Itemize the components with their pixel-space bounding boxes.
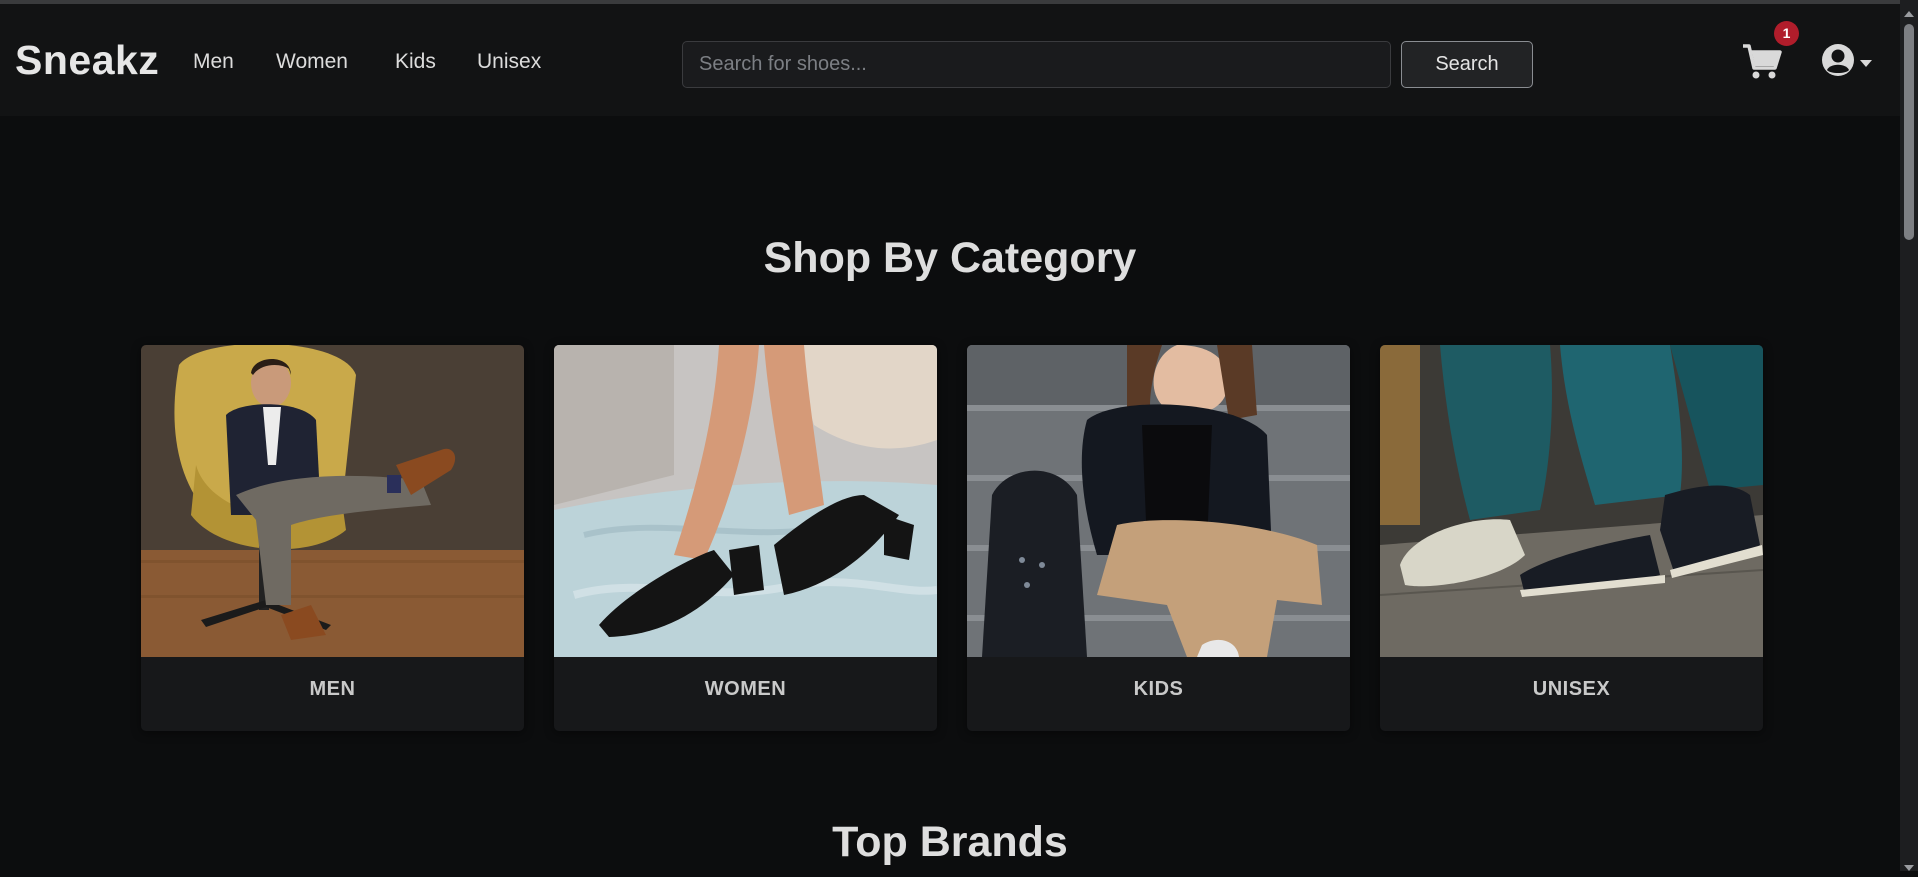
- category-card-women[interactable]: WOMEN: [554, 345, 937, 731]
- search-button[interactable]: Search: [1401, 41, 1533, 88]
- category-card-kids[interactable]: KIDS: [967, 345, 1350, 731]
- category-label-men: MEN: [309, 678, 356, 700]
- brand-logo[interactable]: Sneakz: [15, 37, 159, 84]
- category-label-kids: KIDS: [1133, 678, 1184, 700]
- category-image-kids: [967, 345, 1350, 657]
- category-image-unisex: [1380, 345, 1763, 657]
- category-label-women: WOMEN: [704, 678, 787, 700]
- section-title-brands: Top Brands: [832, 818, 1068, 866]
- category-card-unisex[interactable]: UNISEX: [1380, 345, 1763, 731]
- category-card-men[interactable]: MEN: [141, 345, 524, 731]
- search-input[interactable]: [682, 41, 1391, 88]
- chevron-down-icon[interactable]: [1860, 55, 1872, 67]
- nav-link-kids[interactable]: Kids: [395, 50, 436, 74]
- user-circle-icon[interactable]: [1820, 42, 1856, 78]
- nav-link-unisex[interactable]: Unisex: [477, 50, 541, 74]
- category-image-women: [554, 345, 937, 657]
- category-label-unisex: UNISEX: [1532, 678, 1611, 700]
- cart-count-badge: 1: [1774, 21, 1799, 46]
- category-image-men: [141, 345, 524, 657]
- scroll-up-icon[interactable]: [1904, 5, 1914, 17]
- cart-icon[interactable]: [1741, 42, 1783, 80]
- nav-link-women[interactable]: Women: [276, 50, 348, 74]
- nav-link-men[interactable]: Men: [193, 50, 234, 74]
- section-title-categories: Shop By Category: [763, 234, 1137, 282]
- navbar: Sneakz Men Women Kids Unisex Search: [0, 4, 1900, 116]
- scroll-down-icon[interactable]: [1904, 859, 1914, 871]
- scrollbar-thumb[interactable]: [1904, 24, 1914, 240]
